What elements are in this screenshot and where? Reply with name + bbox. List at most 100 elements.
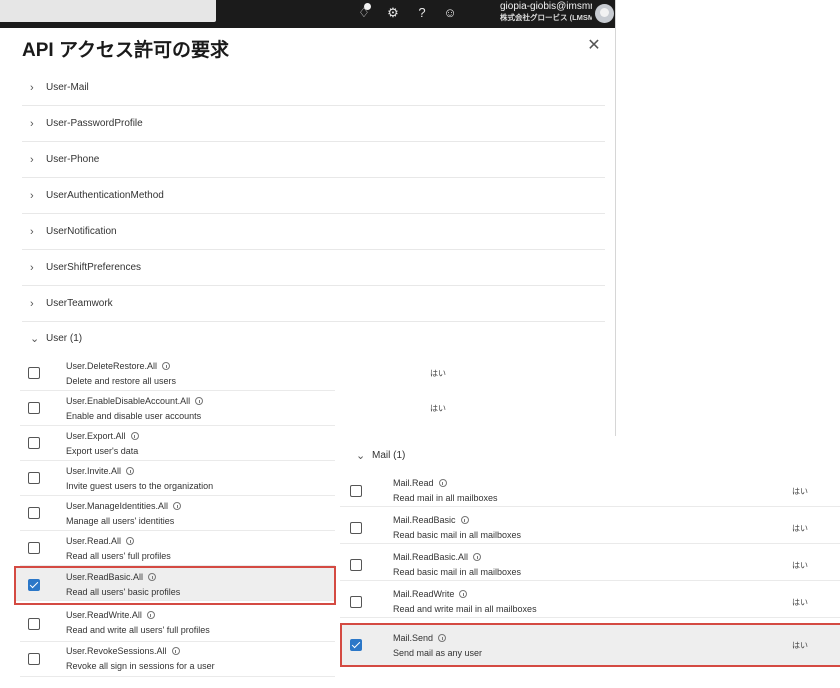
- gear-icon[interactable]: ⚙: [385, 5, 401, 21]
- permission-row-selected[interactable]: User.ReadBasic.All Read all users' basic…: [14, 566, 335, 601]
- admin-consent-required: はい: [792, 524, 808, 533]
- info-icon[interactable]: [126, 537, 135, 545]
- bell-icon[interactable]: ♢: [356, 5, 372, 21]
- account-info[interactable]: giopia-giobis@imsmm… 株式会社グロービス (LMSMMS…: [500, 1, 592, 23]
- info-icon[interactable]: [460, 516, 469, 524]
- chevron-right-icon: ›: [30, 117, 34, 130]
- permission-description: Invite guest users to the organization: [66, 481, 214, 491]
- info-icon[interactable]: [438, 634, 447, 642]
- help-icon[interactable]: ?: [414, 5, 430, 21]
- group-mail[interactable]: ⌄ Mail (1): [348, 440, 840, 470]
- info-icon[interactable]: [195, 397, 204, 405]
- permission-checkbox[interactable]: [28, 437, 40, 449]
- permission-name: User.EnableDisableAccount.All: [66, 396, 191, 406]
- permission-checkbox[interactable]: [28, 542, 40, 554]
- permission-description: Export user's data: [66, 446, 139, 456]
- info-icon[interactable]: [162, 362, 171, 370]
- avatar[interactable]: [595, 4, 614, 23]
- permission-row[interactable]: Mail.Read Read mail in all mailboxes はい: [340, 472, 840, 507]
- group-user-phone[interactable]: › User-Phone: [22, 142, 605, 178]
- permission-name: User.Invite.All: [66, 466, 122, 476]
- permission-row[interactable]: Mail.ReadWrite Read and write mail in al…: [340, 583, 840, 618]
- info-icon[interactable]: [438, 479, 447, 487]
- info-icon[interactable]: [473, 553, 482, 561]
- permission-checkbox[interactable]: [350, 559, 362, 571]
- permission-description: Read mail in all mailboxes: [393, 493, 498, 503]
- permission-description: Enable and disable user accounts: [66, 411, 202, 421]
- close-icon[interactable]: ✕: [586, 38, 602, 54]
- group-label: User (1): [46, 332, 83, 344]
- admin-consent-required: はい: [792, 641, 808, 650]
- permission-row[interactable]: User.DeleteRestore.All Delete and restor…: [20, 356, 446, 391]
- group-label: User-Phone: [46, 154, 100, 165]
- group-label: User-Mail: [46, 82, 89, 93]
- group-userauthenticationmethod[interactable]: › UserAuthenticationMethod: [22, 178, 605, 214]
- chevron-down-icon: ⌄: [356, 449, 366, 462]
- permission-checkbox[interactable]: [28, 618, 40, 630]
- permission-row[interactable]: User.Invite.All Invite guest users to th…: [20, 461, 335, 496]
- group-label: UserAuthenticationMethod: [46, 190, 164, 201]
- permission-description: Read all users' full profiles: [66, 551, 171, 561]
- permission-name: User.Read.All: [66, 536, 122, 546]
- chevron-right-icon: ›: [30, 153, 34, 166]
- info-icon[interactable]: [146, 611, 155, 619]
- info-icon[interactable]: [130, 432, 139, 440]
- permission-checkbox[interactable]: [28, 472, 40, 484]
- permission-checkbox[interactable]: [28, 367, 40, 379]
- permission-name: User.RevokeSessions.All: [66, 646, 167, 656]
- permission-checkbox[interactable]: [28, 579, 40, 591]
- permission-name: Mail.ReadWrite: [393, 589, 455, 599]
- permission-checkbox[interactable]: [350, 522, 362, 534]
- permission-name: User.ReadBasic.All: [66, 572, 144, 582]
- search-box[interactable]: [0, 0, 216, 22]
- permission-checkbox[interactable]: [28, 507, 40, 519]
- admin-consent-required: はい: [792, 561, 808, 570]
- group-user[interactable]: ⌄ User (1): [22, 322, 605, 354]
- group-userteamwork[interactable]: › UserTeamwork: [22, 286, 605, 322]
- mail-permissions-panel: ⌄ Mail (1) Mail.Read Read mail in all ma…: [336, 436, 840, 688]
- chevron-right-icon: ›: [30, 81, 34, 94]
- feedback-icon[interactable]: ☺: [442, 5, 458, 21]
- group-user-mail[interactable]: › User-Mail: [22, 70, 605, 106]
- info-icon[interactable]: [126, 467, 135, 475]
- page-title: API アクセス許可の要求: [22, 40, 230, 61]
- permission-row[interactable]: User.ReadWrite.All Read and write all us…: [20, 607, 335, 642]
- info-icon[interactable]: [459, 590, 468, 598]
- permission-checkbox[interactable]: [28, 402, 40, 414]
- permission-row[interactable]: User.ManageIdentities.All Manage all use…: [20, 496, 335, 531]
- permission-checkbox[interactable]: [350, 596, 362, 608]
- group-user-passwordprofile[interactable]: › User-PasswordProfile: [22, 106, 605, 142]
- info-icon[interactable]: [173, 502, 182, 510]
- permission-name: Mail.Send: [393, 633, 434, 643]
- permission-description: Read basic mail in all mailboxes: [393, 567, 522, 577]
- permission-checkbox[interactable]: [350, 485, 362, 497]
- admin-consent-required: はい: [430, 369, 446, 378]
- admin-consent-required: はい: [792, 487, 808, 496]
- group-label: Mail (1): [372, 449, 406, 461]
- chevron-right-icon: ›: [30, 189, 34, 202]
- account-name: giopia-giobis@imsmm…: [500, 1, 592, 12]
- group-usershiftpreferences[interactable]: › UserShiftPreferences: [22, 250, 605, 286]
- permission-row[interactable]: User.Read.All Read all users' full profi…: [20, 531, 335, 566]
- permission-description: Revoke all sign in sessions for a user: [66, 661, 215, 671]
- group-usernotification[interactable]: › UserNotification: [22, 214, 605, 250]
- permission-name: User.ReadWrite.All: [66, 610, 142, 620]
- group-label: User-PasswordProfile: [46, 118, 143, 129]
- permission-description: Read and write all users' full profiles: [66, 625, 210, 635]
- permission-row[interactable]: User.EnableDisableAccount.All Enable and…: [20, 391, 446, 426]
- chevron-right-icon: ›: [30, 297, 34, 310]
- top-bar: ♢ ⚙ ? ☺ giopia-giobis@imsmm… 株式会社グロービス (…: [0, 0, 615, 28]
- permission-row[interactable]: Mail.ReadBasic.All Read basic mail in al…: [340, 546, 840, 581]
- info-icon[interactable]: [148, 573, 157, 581]
- admin-consent-required: はい: [792, 598, 808, 607]
- permission-checkbox[interactable]: [350, 639, 362, 651]
- chevron-right-icon: ›: [30, 225, 34, 238]
- permission-row[interactable]: User.RevokeSessions.All Revoke all sign …: [20, 642, 335, 677]
- permission-row-selected[interactable]: Mail.Send Send mail as any user はい: [340, 624, 840, 666]
- permission-row[interactable]: Mail.ReadBasic Read basic mail in all ma…: [340, 509, 840, 544]
- info-icon[interactable]: [171, 647, 180, 655]
- account-org: 株式会社グロービス (LMSMMS…: [500, 13, 592, 22]
- permission-checkbox[interactable]: [28, 653, 40, 665]
- permission-description: Read and write mail in all mailboxes: [393, 604, 537, 614]
- permission-row[interactable]: User.Export.All Export user's data: [20, 426, 335, 461]
